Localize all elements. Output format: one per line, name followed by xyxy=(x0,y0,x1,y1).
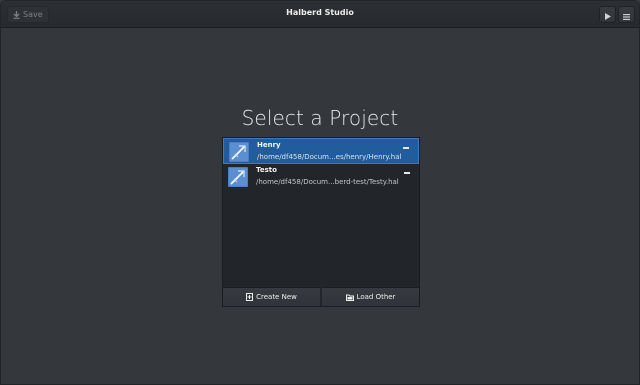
load-other-button[interactable]: Load Other xyxy=(322,287,419,306)
project-path: /home/df458/Docum...berd-test/Testy.hal xyxy=(256,178,399,186)
create-new-label: Create New xyxy=(256,293,297,301)
open-folder-icon xyxy=(345,294,354,301)
project-file-icon xyxy=(228,167,248,187)
project-name: Testo xyxy=(256,166,277,174)
page-title: Select a Project xyxy=(241,106,399,130)
project-path: /home/df458/Docum...es/henry/Henry.hal xyxy=(257,153,402,161)
project-row-testo[interactable]: Testo /home/df458/Docum...berd-test/Test… xyxy=(223,164,419,190)
window-title: Halberd Studio xyxy=(286,8,354,17)
new-document-icon xyxy=(246,293,254,301)
play-button[interactable] xyxy=(599,6,616,23)
hamburger-menu-icon xyxy=(623,5,630,24)
project-list: Henry /home/df458/Docum...es/henry/Henry… xyxy=(223,138,419,190)
project-actions: Create New Load Other xyxy=(223,287,419,306)
play-icon xyxy=(604,5,611,24)
create-new-button[interactable]: Create New xyxy=(223,287,320,306)
project-row-henry[interactable]: Henry /home/df458/Docum...es/henry/Henry… xyxy=(223,138,419,164)
project-name: Henry xyxy=(257,141,281,149)
project-file-icon xyxy=(229,142,249,162)
menu-button[interactable] xyxy=(618,6,635,23)
remove-project-button[interactable] xyxy=(404,172,410,174)
project-panel: Henry /home/df458/Docum...es/henry/Henry… xyxy=(222,137,420,307)
app-window: Save Halberd Studio Select a Project Hen… xyxy=(0,0,640,385)
header-bar: Save Halberd Studio xyxy=(1,1,639,28)
remove-project-button[interactable] xyxy=(403,147,409,149)
load-other-label: Load Other xyxy=(356,293,396,301)
